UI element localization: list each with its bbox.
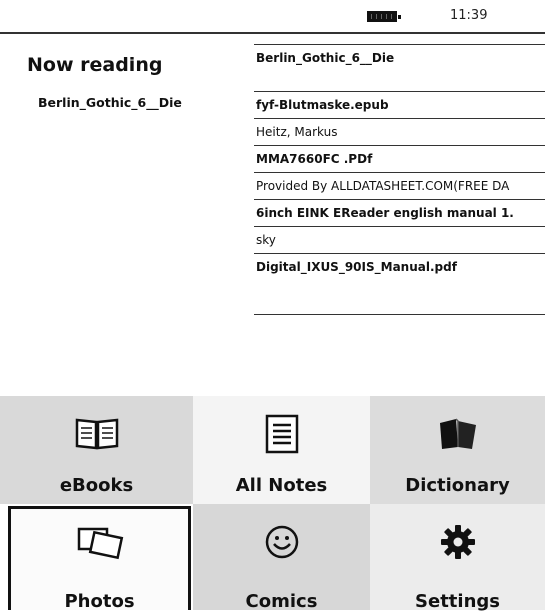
list-item-title[interactable]: fyf-Blutmaske.epub: [254, 92, 545, 118]
dictionary-label: Dictionary: [405, 475, 510, 496]
comics-tile[interactable]: Comics: [193, 504, 370, 612]
photos-label: Photos: [64, 591, 135, 612]
notes-icon: [193, 414, 370, 454]
smiley-icon: [193, 522, 370, 562]
battery-icon: [367, 11, 401, 22]
now-reading-book[interactable]: Berlin_Gothic_6__Die: [38, 95, 182, 110]
list-item-author: Provided By ALLDATASHEET.COM(FREE DA: [256, 179, 510, 193]
list-item-author: Heitz, Markus: [256, 125, 338, 139]
list-item-author-empty: [254, 71, 545, 91]
main-menu-grid: eBooks All Notes Dictionary Photos Comic…: [0, 396, 545, 612]
dictionary-icon: [370, 414, 545, 454]
dictionary-tile[interactable]: Dictionary: [370, 396, 545, 504]
list-item-author: sky: [256, 233, 276, 247]
gear-icon: [370, 522, 545, 562]
clock: 11:39: [450, 8, 488, 23]
open-book-icon: [0, 414, 193, 454]
ebooks-label: eBooks: [59, 475, 134, 496]
comics-label: Comics: [245, 591, 318, 612]
all-notes-tile[interactable]: All Notes: [193, 396, 370, 504]
ebooks-tile[interactable]: eBooks: [0, 396, 193, 504]
recent-books-list: Berlin_Gothic_6__Die fyf-Blutmaske.epub …: [254, 44, 545, 315]
list-item-title[interactable]: 6inch EINK EReader english manual 1.: [254, 200, 545, 226]
list-item-title[interactable]: Berlin_Gothic_6__Die: [254, 45, 545, 71]
top-divider: [0, 32, 545, 34]
divider: [254, 314, 545, 315]
all-notes-label: All Notes: [235, 475, 328, 496]
settings-tile[interactable]: Settings: [370, 504, 545, 612]
settings-label: Settings: [415, 591, 500, 612]
list-item-title[interactable]: MMA7660FC .PDf: [254, 146, 545, 172]
photos-icon: [11, 523, 188, 563]
status-bar: 11:39: [0, 0, 545, 32]
list-item-title[interactable]: Digital_IXUS_90IS_Manual.pdf: [254, 254, 545, 280]
now-reading-heading: Now reading: [27, 54, 163, 76]
list-item-author-empty: [254, 280, 545, 314]
photos-tile[interactable]: Photos: [8, 506, 191, 612]
